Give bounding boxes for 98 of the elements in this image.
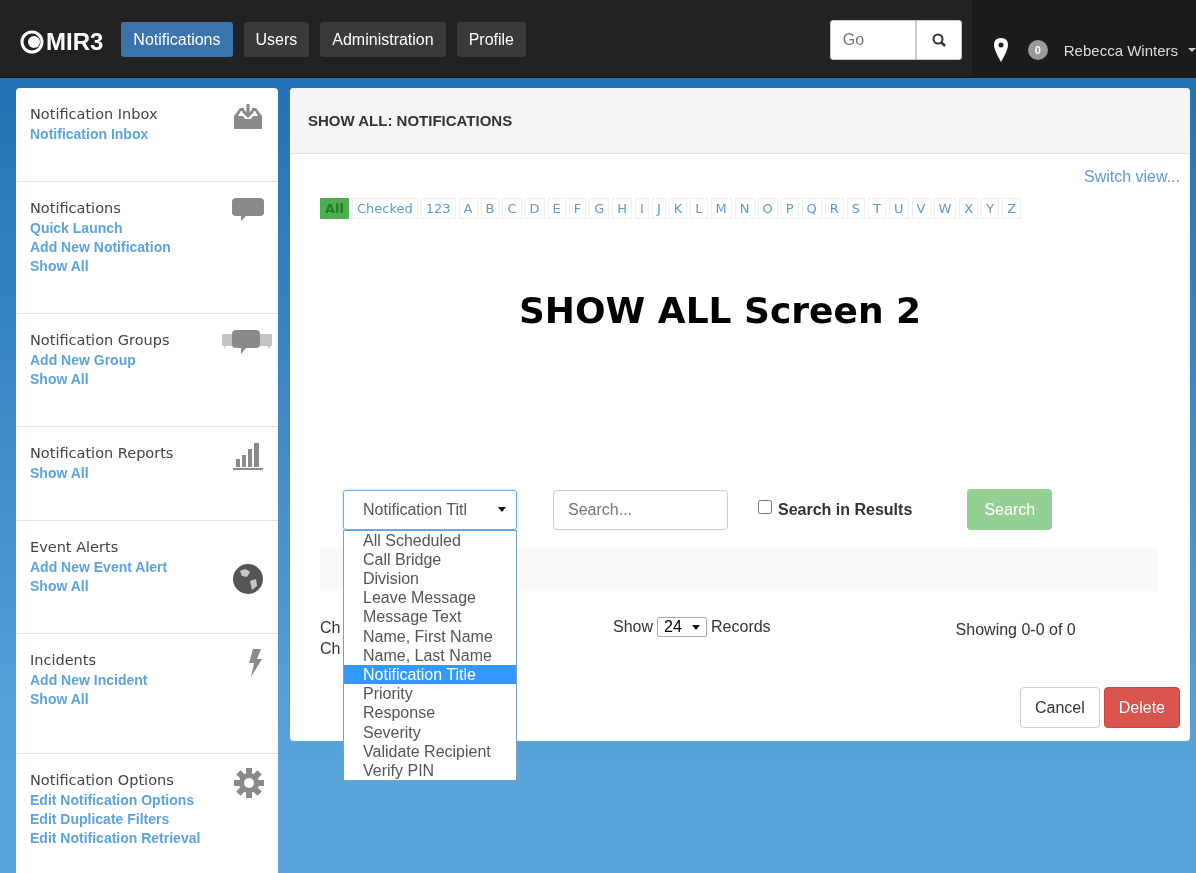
dropdown-option[interactable]: Name, Last Name [344, 645, 516, 665]
letter-filter[interactable]: S [846, 198, 866, 219]
sidebar-link[interactable]: Edit Notification Retrieval [30, 829, 201, 848]
panel-header: SHOW ALL: NOTIFICATIONS [290, 88, 1190, 154]
section-title: Notification Options [30, 772, 174, 788]
letter-filter[interactable]: T [868, 198, 887, 219]
letter-filter[interactable]: I [635, 198, 649, 219]
letter-filter[interactable]: R [824, 198, 844, 219]
screen-heading: SHOW ALL Screen 2 [517, 290, 923, 331]
page-size-dropdown[interactable]: 24 [657, 617, 708, 637]
logo-text: MIR3 [46, 28, 104, 56]
nav-tab[interactable]: Users [243, 22, 310, 57]
switch-view-link[interactable]: Switch view... [1083, 168, 1180, 186]
letter-filter[interactable]: M [710, 198, 732, 219]
map-pin-icon [993, 38, 1008, 62]
search-field[interactable]: Go [829, 20, 916, 60]
caret-icon [692, 624, 701, 630]
sidebar-link[interactable]: Edit Notification Options [30, 791, 195, 810]
sidebar-link[interactable]: Show All [30, 257, 89, 276]
letter-filter[interactable]: E [547, 198, 566, 219]
sidebar-link[interactable]: Add New Notification [30, 238, 171, 257]
letter-filter[interactable]: K [668, 198, 688, 219]
letter-filter[interactable]: J [651, 198, 666, 219]
section-title: Notification Groups [30, 332, 170, 348]
letter-filter[interactable]: U [889, 198, 909, 219]
speech-bubbles-icon [220, 328, 274, 354]
letter-filter[interactable]: C [502, 198, 522, 219]
search-icon [931, 33, 946, 47]
letter-filter[interactable]: Y [981, 198, 1000, 219]
dropdown-option[interactable]: All Scheduled [344, 530, 516, 550]
section-title: Event Alerts [30, 539, 119, 555]
letter-filter[interactable]: G [589, 198, 610, 219]
dropdown-option[interactable]: Response [344, 703, 516, 723]
search-field[interactable]: Search... [553, 489, 728, 530]
section-title: Notifications [30, 200, 121, 216]
dropdown-option[interactable]: Notification Title [344, 664, 516, 685]
dropdown-option[interactable]: Validate Recipient [344, 741, 516, 761]
sidebar-link[interactable]: Show All [30, 690, 89, 709]
nav-tab[interactable]: Notifications [121, 22, 233, 57]
search-in-results-checkbox[interactable] [758, 499, 772, 514]
letter-filter[interactable]: O [757, 198, 778, 219]
letter-filter[interactable]: A [458, 198, 478, 219]
section-title: Notification Inbox [30, 106, 158, 122]
record-count-text: Showing 0-0 of 0 [955, 621, 1076, 639]
letter-filter[interactable]: Checked [352, 198, 418, 219]
sidebar-link[interactable]: Add New Event Alert [30, 558, 168, 577]
letter-filter[interactable]: W [933, 198, 957, 219]
sidebar-link[interactable]: Show All [30, 370, 89, 389]
letter-filter[interactable]: B [480, 198, 500, 219]
delete-button[interactable]: Delete [1103, 687, 1180, 728]
nav-tab[interactable]: Administration [320, 22, 446, 57]
check-text: Ch [320, 639, 342, 659]
field-dropdown[interactable]: Notification Titl [343, 489, 517, 530]
letter-filter[interactable]: P [780, 198, 799, 219]
section-title: Incidents [30, 652, 97, 668]
dropdown-option[interactable]: Call Bridge [344, 549, 516, 569]
show-label: Show [613, 618, 654, 636]
speech-bubble-icon [232, 196, 264, 222]
dropdown-option[interactable]: Priority [344, 684, 516, 704]
logo-ring-icon [20, 30, 44, 54]
letter-filter[interactable]: 123 [420, 198, 456, 219]
bar-chart-icon [232, 441, 264, 471]
letter-filter[interactable]: Z [1002, 198, 1022, 219]
nav-tab[interactable]: Profile [456, 22, 526, 57]
dropdown-option[interactable]: Verify PIN [344, 760, 516, 781]
checkbox-label: Search in Results [778, 500, 913, 519]
sidebar-link[interactable]: Show All [30, 464, 89, 483]
inbox-icon [232, 102, 264, 130]
dropdown-option[interactable]: Severity [344, 722, 516, 742]
cancel-button[interactable]: Cancel [1019, 687, 1100, 728]
sidebar-link[interactable]: Add New Incident [30, 671, 148, 690]
sidebar-link[interactable]: Edit Duplicate Filters [30, 810, 170, 829]
letter-filter[interactable]: V [911, 198, 931, 219]
letter-filter[interactable]: L [690, 198, 708, 219]
letter-filter[interactable]: H [612, 198, 633, 219]
letter-filter[interactable]: N [734, 198, 755, 219]
records-label: Records [711, 618, 771, 636]
globe-icon [232, 563, 264, 595]
letter-filter[interactable]: D [524, 198, 545, 219]
dropdown-option[interactable]: Division [344, 568, 516, 589]
section-title: Notification Reports [30, 445, 174, 461]
sidebar-link[interactable]: Quick Launch [30, 219, 123, 238]
letter-filter[interactable]: F [568, 198, 587, 219]
dropdown-option[interactable]: Name, First Name [344, 626, 516, 646]
gear-icon [234, 768, 264, 798]
check-text: Ch [320, 618, 342, 638]
notification-count-badge: 0 [1027, 40, 1048, 60]
dropdown-option[interactable]: Leave Message [344, 588, 516, 608]
user-menu[interactable]: Rebecca Winters [1063, 41, 1178, 59]
letter-filter[interactable]: Q [801, 198, 822, 219]
caret-icon [498, 507, 506, 512]
sidebar-link[interactable]: Show All [30, 577, 89, 596]
search-button[interactable] [915, 20, 962, 60]
dropdown-option[interactable]: Message Text [344, 607, 516, 627]
letter-filter[interactable]: X [959, 198, 979, 219]
caret-icon [1188, 47, 1196, 53]
sidebar-link[interactable]: Add New Group [30, 351, 136, 370]
sidebar-link[interactable]: Notification Inbox [30, 125, 149, 144]
